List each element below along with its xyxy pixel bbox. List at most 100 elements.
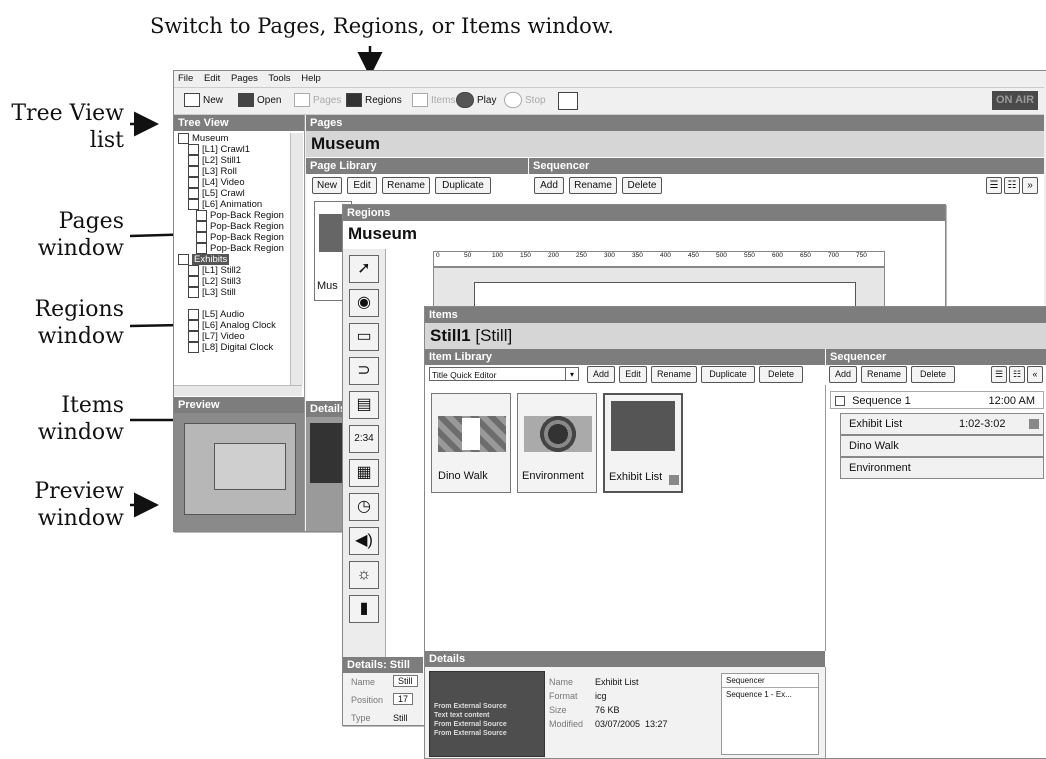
sequence-root-row[interactable]: Sequence 1 12:00 AM bbox=[830, 391, 1044, 409]
page-seq-add-button[interactable]: Add bbox=[534, 177, 564, 194]
tree-item[interactable]: Pop-Back Region bbox=[178, 243, 290, 254]
list-view-icon[interactable]: ☰ bbox=[991, 366, 1007, 383]
tree-item-selected[interactable]: Exhibits bbox=[178, 254, 290, 266]
sequence-item[interactable]: Dino Walk bbox=[840, 435, 1044, 457]
broadcast-icon[interactable] bbox=[558, 92, 578, 110]
details-modified-value: 03/07/2005 13:27 bbox=[595, 719, 668, 729]
regions-title: Museum bbox=[343, 221, 945, 247]
menu-help[interactable]: Help bbox=[301, 73, 321, 84]
new-icon bbox=[184, 93, 200, 108]
tree-item[interactable]: Museum bbox=[178, 133, 290, 144]
details-size-value: 76 KB bbox=[595, 705, 620, 715]
items-window-bar: Items bbox=[425, 307, 1046, 323]
item-rename-button[interactable]: Rename bbox=[651, 366, 697, 383]
video-icon bbox=[188, 177, 199, 189]
clock-tool-icon[interactable]: ◷ bbox=[349, 493, 379, 521]
tree-scrollbar[interactable] bbox=[290, 133, 303, 385]
page-edit-button[interactable]: Edit bbox=[347, 177, 377, 194]
play-button[interactable]: Play bbox=[456, 88, 496, 114]
item-add-button[interactable]: Add bbox=[587, 366, 615, 383]
audio-tool-icon[interactable]: ◀) bbox=[349, 527, 379, 555]
regions-toolbox: ➚ ◉ ▭ ⊃ ▤ 2:34 ▦ ◷ ◀) ☼ ▮ bbox=[343, 249, 386, 659]
page-duplicate-button[interactable]: Duplicate bbox=[435, 177, 491, 194]
crawl-tool-icon[interactable]: ▭ bbox=[349, 323, 379, 351]
thermometer-tool-icon[interactable]: ▮ bbox=[349, 595, 379, 623]
pages-icon bbox=[294, 93, 310, 108]
tree-item[interactable]: [L2] Still3 bbox=[178, 276, 290, 287]
item-seq-add-button[interactable]: Add bbox=[829, 366, 857, 383]
stop-button[interactable]: Stop bbox=[504, 88, 546, 114]
tree-item[interactable]: [L1] Crawl1 bbox=[178, 144, 290, 155]
table-icon bbox=[1029, 419, 1039, 429]
item-seq-rename-button[interactable]: Rename bbox=[861, 366, 907, 383]
items-button[interactable]: Items bbox=[412, 88, 455, 114]
details-view-icon[interactable]: ☷ bbox=[1009, 366, 1025, 383]
quick-editor-dropdown[interactable]: Title Quick Editor ▾ bbox=[429, 367, 579, 381]
sun-tool-icon[interactable]: ☼ bbox=[349, 561, 379, 589]
details-view-icon[interactable]: ☷ bbox=[1004, 177, 1020, 194]
item-seq-delete-button[interactable]: Delete bbox=[911, 366, 955, 383]
item-thumb-environment[interactable]: Environment bbox=[517, 393, 597, 493]
video-tool-icon[interactable]: ▦ bbox=[349, 459, 379, 487]
tree-item[interactable]: [L5] Audio bbox=[178, 309, 290, 320]
tree-item[interactable]: [L3] Roll bbox=[178, 166, 290, 177]
tree-item[interactable]: [L6] Analog Clock bbox=[178, 320, 290, 331]
open-button[interactable]: Open bbox=[238, 88, 281, 114]
stop-icon bbox=[504, 92, 522, 109]
page-seq-delete-button[interactable]: Delete bbox=[622, 177, 662, 194]
item-edit-button[interactable]: Edit bbox=[619, 366, 647, 383]
roll-tool-icon[interactable]: ⊃ bbox=[349, 357, 379, 385]
tree-item[interactable]: Pop-Back Region bbox=[178, 221, 290, 232]
checkbox-icon[interactable] bbox=[835, 396, 845, 407]
tree-item[interactable]: [L7] Video bbox=[178, 331, 290, 342]
collapse-chevron-icon[interactable]: « bbox=[1027, 366, 1043, 383]
regions-button[interactable]: Regions bbox=[346, 88, 402, 114]
item-library-pane: Dino Walk Environment Exhibit List bbox=[425, 385, 826, 651]
page-new-button[interactable]: New bbox=[312, 177, 342, 194]
video-icon bbox=[188, 331, 199, 343]
page-seq-rename-button[interactable]: Rename bbox=[569, 177, 617, 194]
tree-item[interactable]: [L8] Digital Clock bbox=[178, 342, 290, 353]
menu-tools[interactable]: Tools bbox=[268, 73, 290, 84]
tree-view-header: Tree View bbox=[174, 115, 304, 131]
menu-pages[interactable]: Pages bbox=[231, 73, 258, 84]
tree-hscrollbar[interactable] bbox=[174, 385, 302, 396]
camera-icon bbox=[188, 287, 199, 299]
expand-chevron-icon[interactable]: » bbox=[1022, 177, 1038, 194]
pages-button[interactable]: Pages bbox=[294, 88, 341, 114]
page-rename-button[interactable]: Rename bbox=[382, 177, 430, 194]
region-icon bbox=[196, 210, 207, 222]
sequence-item[interactable]: Environment bbox=[840, 457, 1044, 479]
tree-item[interactable]: [L6] Animation bbox=[178, 199, 290, 210]
new-button[interactable]: New bbox=[184, 88, 223, 114]
animation-tool-icon[interactable]: ▤ bbox=[349, 391, 379, 419]
tree-item[interactable]: Pop-Back Region bbox=[178, 210, 290, 221]
camera-icon bbox=[188, 155, 199, 167]
menu-file[interactable]: File bbox=[178, 73, 193, 84]
menu-edit[interactable]: Edit bbox=[204, 73, 220, 84]
tree-item[interactable]: [L5] Crawl bbox=[178, 188, 290, 199]
page-icon bbox=[178, 254, 189, 266]
digital-clock-tool-icon[interactable]: 2:34 bbox=[349, 425, 379, 453]
tree-item[interactable]: [L4] Video bbox=[178, 177, 290, 188]
details-sequencer-list[interactable]: Sequencer Sequence 1 - Ex... bbox=[721, 673, 819, 755]
pages-callout: Pages window bbox=[37, 209, 124, 261]
item-thumb-exhibit-list[interactable]: Exhibit List bbox=[603, 393, 683, 493]
tree-item[interactable]: [L2] Still1 bbox=[178, 155, 290, 166]
pointer-tool-icon[interactable]: ➚ bbox=[349, 255, 379, 283]
item-details-pane: From External Source Text text content F… bbox=[425, 667, 826, 758]
camera-tool-icon[interactable]: ◉ bbox=[349, 289, 379, 317]
tree-item[interactable]: [L3] Still bbox=[178, 287, 290, 298]
item-duplicate-button[interactable]: Duplicate bbox=[701, 366, 755, 383]
item-thumb-dino-walk[interactable]: Dino Walk bbox=[431, 393, 511, 493]
tree-item[interactable]: Pop-Back Region bbox=[178, 232, 290, 243]
tree-item[interactable]: [L1] Still2 bbox=[178, 265, 290, 276]
sequence-item[interactable]: Exhibit List 1:02-3:02 bbox=[840, 413, 1044, 435]
details-type-value: Still bbox=[393, 713, 408, 723]
details-position-field[interactable]: 17 bbox=[393, 693, 414, 705]
details-format-value: icg bbox=[595, 691, 607, 701]
tree-list[interactable]: Museum [L1] Crawl1 [L2] Still1 [L3] Roll… bbox=[178, 133, 290, 385]
list-view-icon[interactable]: ☰ bbox=[986, 177, 1002, 194]
item-delete-button[interactable]: Delete bbox=[759, 366, 803, 383]
details-name-field[interactable]: Still bbox=[393, 675, 418, 687]
